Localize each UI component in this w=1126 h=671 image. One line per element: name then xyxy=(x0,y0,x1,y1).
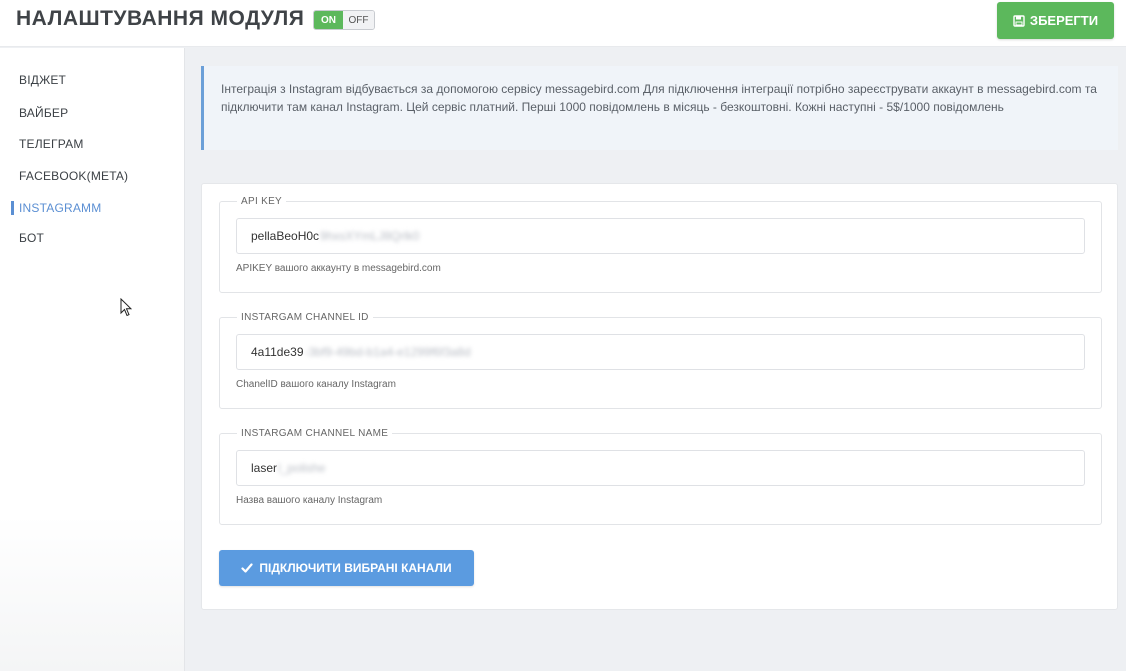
module-toggle[interactable]: ON OFF xyxy=(313,10,375,30)
connect-channels-button[interactable]: ПІДКЛЮЧИТИ ВИБРАНІ КАНАЛИ xyxy=(219,550,474,586)
save-button-label: ЗБЕРЕГТИ xyxy=(1029,13,1099,28)
api-key-legend: API KEY xyxy=(237,196,287,207)
api-key-value: pellaBeoH0c xyxy=(251,229,320,243)
channel-id-group: INSTARGAM CHANNEL ID 4a11de39 -3bf9-49bd-… xyxy=(219,312,1102,409)
channel-id-input[interactable]: 4a11de39 -3bf9-49bd-b1a4-e1299f6f3a8d xyxy=(236,334,1085,370)
connect-button-label: ПІДКЛЮЧИТИ ВИБРАНІ КАНАЛИ xyxy=(259,561,452,575)
page-header: НАЛАШТУВАННЯ МОДУЛЯ ON OFF ЗБЕРЕГТИ xyxy=(0,0,1126,47)
channel-name-group: INSTARGAM CHANNEL NAME laser l_polishe На… xyxy=(219,428,1102,525)
toggle-off[interactable]: OFF xyxy=(343,11,374,29)
sidebar-item-widget[interactable]: ВІДЖЕТ xyxy=(19,73,66,87)
channel-name-value: laser xyxy=(251,461,278,475)
channel-id-value: 4a11de39 xyxy=(251,345,304,359)
mouse-cursor-icon xyxy=(120,298,132,317)
sidebar-item-bot[interactable]: БОТ xyxy=(19,231,44,245)
save-icon xyxy=(1013,14,1025,27)
channel-name-hint: Назва вашого каналу Instagram xyxy=(236,495,383,506)
api-key-hint: APIKEY вашого аккаунту в messagebird.com xyxy=(236,263,441,274)
settings-card: API KEY pellaBeoH0c 9hxsXYmLJ8Qrlk0 APIKE… xyxy=(201,183,1118,610)
check-icon xyxy=(241,563,253,573)
api-key-input[interactable]: pellaBeoH0c 9hxsXYmLJ8Qrlk0 xyxy=(236,218,1085,254)
toggle-on[interactable]: ON xyxy=(314,11,343,29)
info-alert: Інтеграція з Instagram відбувається за д… xyxy=(201,66,1118,150)
sidebar-item-facebook[interactable]: FACEBOOK(META) xyxy=(19,169,128,183)
sidebar-item-instagram[interactable]: INSTAGRAMM xyxy=(19,201,101,215)
channel-id-value-masked: -3bf9-49bd-b1a4-e1299f6f3a8d xyxy=(304,345,471,359)
channel-name-legend: INSTARGAM CHANNEL NAME xyxy=(237,428,393,439)
channel-name-input[interactable]: laser l_polishe xyxy=(236,450,1085,486)
api-key-group: API KEY pellaBeoH0c 9hxsXYmLJ8Qrlk0 APIKE… xyxy=(219,196,1102,293)
sidebar: ВІДЖЕТ ВАЙБЕР ТЕЛЕГРАМ FACEBOOK(META) IN… xyxy=(0,48,185,671)
active-indicator xyxy=(11,201,14,215)
info-text: Інтеграція з Instagram відбувається за д… xyxy=(221,82,1097,114)
channel-id-legend: INSTARGAM CHANNEL ID xyxy=(237,312,373,323)
save-button[interactable]: ЗБЕРЕГТИ xyxy=(997,2,1114,39)
channel-id-hint: ChanelID вашого каналу Instagram xyxy=(236,379,396,390)
api-key-value-masked: 9hxsXYmLJ8Qrlk0 xyxy=(320,229,420,243)
sidebar-item-telegram[interactable]: ТЕЛЕГРАМ xyxy=(19,137,84,151)
page-title: НАЛАШТУВАННЯ МОДУЛЯ xyxy=(16,7,305,30)
channel-name-value-masked: l_polishe xyxy=(278,461,326,475)
sidebar-item-viber[interactable]: ВАЙБЕР xyxy=(19,106,68,120)
